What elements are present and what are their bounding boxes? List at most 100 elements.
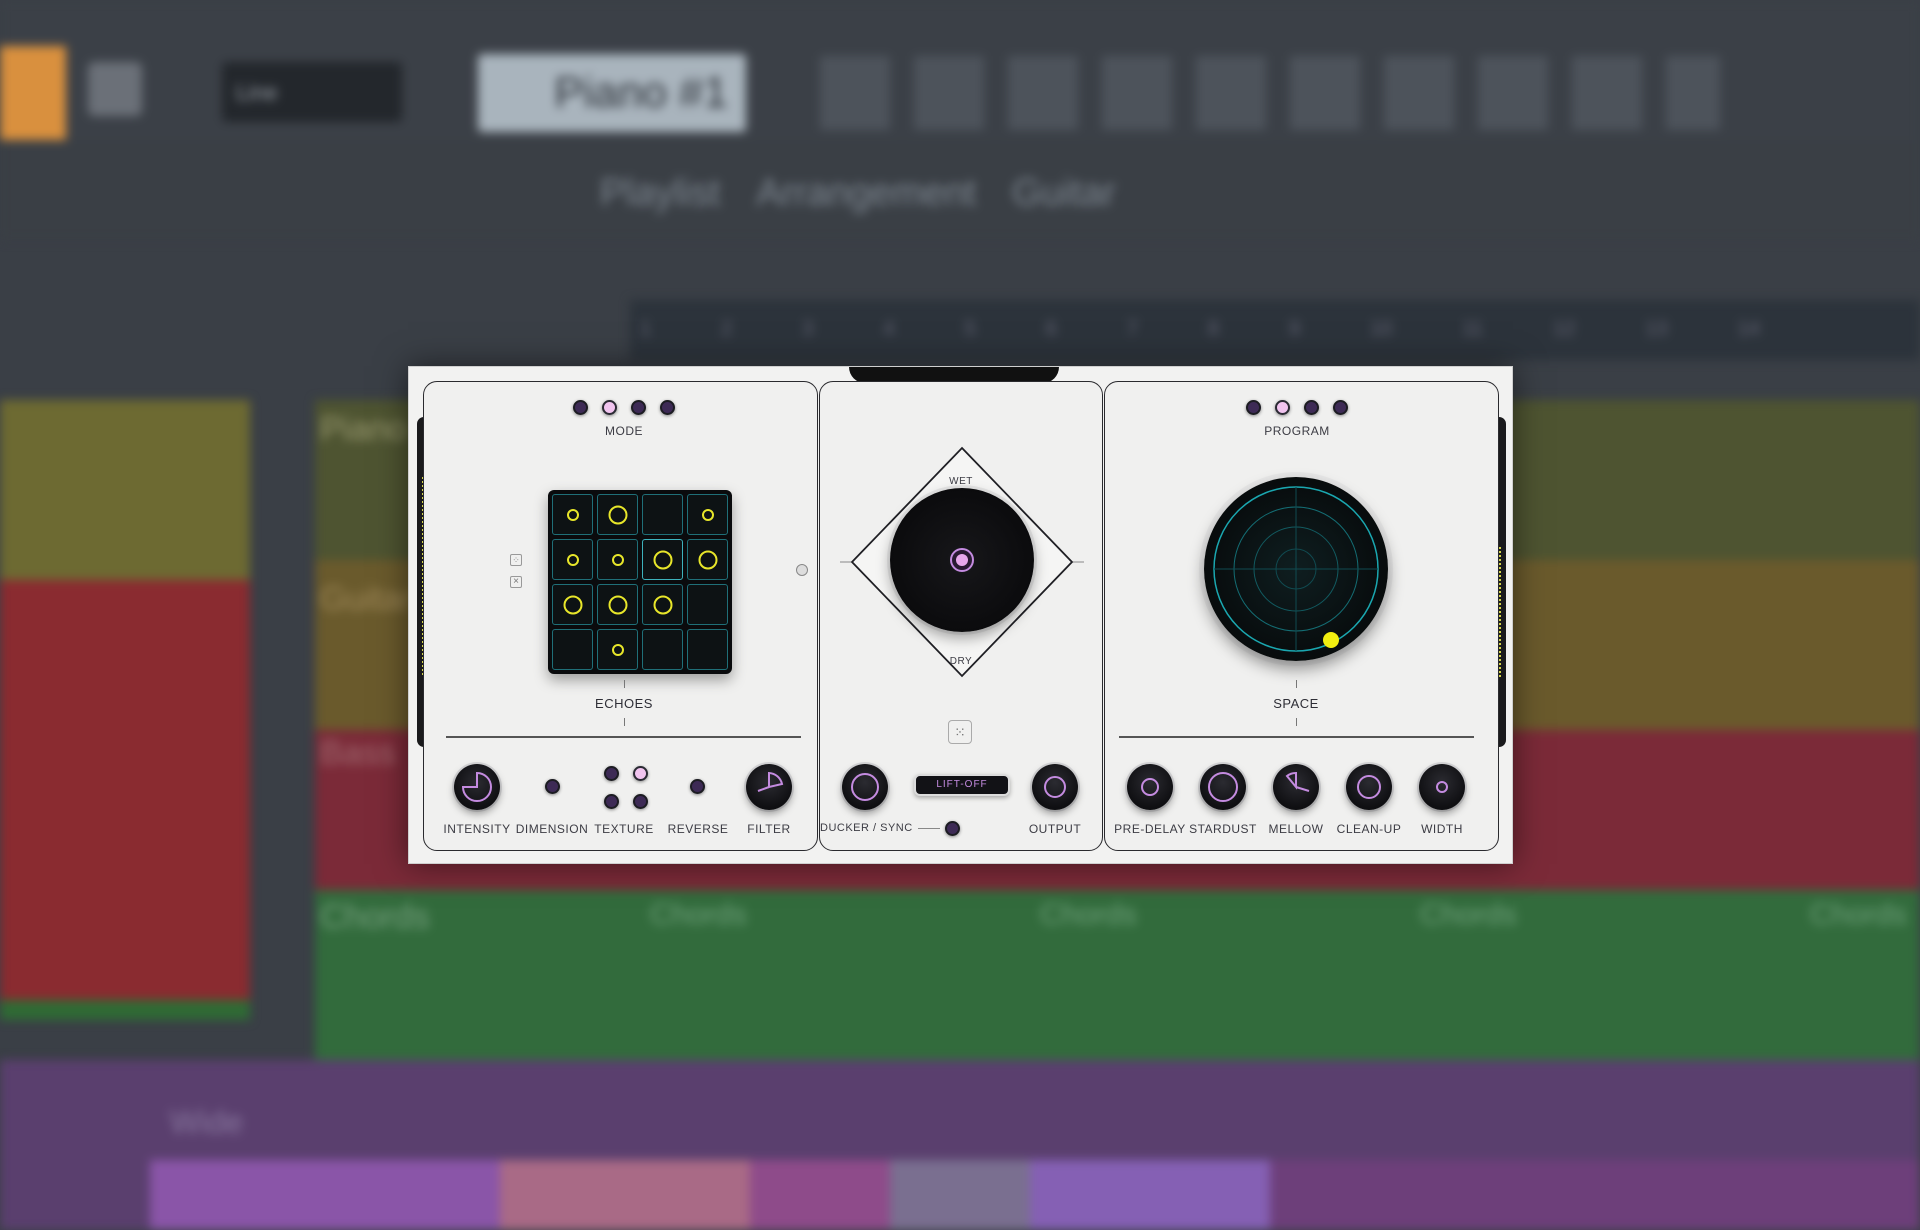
track-header-piano: Piano: [320, 410, 407, 448]
echoes-tick-bottom: [624, 718, 625, 726]
dice-icon[interactable]: ⁙: [948, 720, 972, 744]
echo-grid-cell[interactable]: [552, 629, 593, 670]
echo-circle: [653, 595, 672, 614]
echo-grid-cell[interactable]: [552, 539, 593, 580]
ducker-label: DUCKER / SYNC: [820, 822, 913, 834]
echo-grid-cell[interactable]: [642, 494, 683, 535]
mellow-knob[interactable]: [1273, 764, 1319, 810]
echo-grid-cell[interactable]: [597, 494, 638, 535]
breadcrumb-playlist[interactable]: Playlist: [600, 172, 720, 222]
mode-dot[interactable]: [573, 400, 588, 415]
echo-grid-cell[interactable]: [687, 539, 728, 580]
timeline-number: 2: [721, 318, 733, 340]
clip-label[interactable]: Chords: [1420, 898, 1517, 932]
timeline-number: 13: [1645, 318, 1668, 340]
echo-circle: [611, 553, 624, 566]
timeline-number: 11: [1462, 318, 1484, 340]
texture-dot[interactable]: [633, 766, 648, 781]
mode-dot[interactable]: [631, 400, 646, 415]
timeline-number: 4: [883, 318, 895, 340]
breadcrumb-arrangement[interactable]: Arrangement: [756, 172, 976, 222]
program-label: PROGRAM: [1264, 424, 1330, 438]
echo-grid-cell[interactable]: [687, 629, 728, 670]
intensity-label: INTENSITY: [443, 822, 511, 836]
echo-grid-cell[interactable]: [552, 584, 593, 625]
app-logo[interactable]: [0, 46, 66, 142]
echo-circle: [608, 505, 627, 524]
echo-circle: [653, 550, 672, 569]
echo-grid-cell[interactable]: [642, 539, 683, 580]
randomize-icon[interactable]: ⁘: [510, 554, 522, 566]
mixer-slots: [150, 1160, 1920, 1230]
dimension-dot[interactable]: [545, 779, 560, 794]
mode-dot[interactable]: [602, 400, 617, 415]
space-panel: PROGRAM SPACE PRE-DELAY STARDUST MELLOW: [1104, 381, 1499, 851]
echo-grid-cell[interactable]: [642, 629, 683, 670]
echo-grid-cell[interactable]: [597, 629, 638, 670]
timeline-number: 10: [1370, 318, 1393, 340]
space-radar[interactable]: [1204, 477, 1388, 661]
echoes-panel: MODE ⁘ × ECHOES INTENSITY DIMENSION TEXT…: [423, 381, 818, 851]
mellow-label: MELLOW: [1268, 822, 1324, 836]
texture-dot[interactable]: [604, 766, 619, 781]
clip-label[interactable]: Chords: [1040, 898, 1137, 932]
user-icon[interactable]: [88, 62, 142, 116]
echo-circle: [563, 595, 582, 614]
wet-dry-handle[interactable]: [950, 548, 974, 572]
timeline-number: 1: [640, 318, 652, 340]
echo-grid-cell[interactable]: [687, 584, 728, 625]
timeline-number: 9: [1289, 318, 1301, 340]
sync-dot[interactable]: [945, 821, 960, 836]
program-dot[interactable]: [1304, 400, 1319, 415]
breadcrumb[interactable]: Playlist Arrangement Guitar: [600, 172, 1300, 222]
filter-indicator: [757, 771, 784, 792]
cleanup-label: CLEAN-UP: [1336, 822, 1402, 836]
echo-grid-cell[interactable]: [552, 494, 593, 535]
lift-off-button[interactable]: LIFT-OFF: [914, 774, 1010, 796]
stardust-ring: [1208, 772, 1238, 802]
intensity-knob[interactable]: [454, 764, 500, 810]
echo-grid-cell[interactable]: [597, 539, 638, 580]
predelay-label: PRE-DELAY: [1114, 822, 1186, 836]
program-dot[interactable]: [1275, 400, 1290, 415]
echo-grid-cell[interactable]: [642, 584, 683, 625]
echo-grid-cell[interactable]: [687, 494, 728, 535]
space-position-marker[interactable]: [1323, 632, 1339, 648]
clip-label[interactable]: Chords: [650, 898, 747, 932]
program-dot[interactable]: [1333, 400, 1348, 415]
cleanup-ring: [1357, 775, 1381, 799]
mode-dot[interactable]: [660, 400, 675, 415]
timeline-number: 5: [964, 318, 976, 340]
output-label: OUTPUT: [1028, 822, 1082, 836]
width-ring: [1436, 781, 1448, 793]
filter-knob[interactable]: [746, 764, 792, 810]
intensity-indicator: [461, 771, 492, 802]
filter-label: FILTER: [747, 822, 791, 836]
breadcrumb-guitar[interactable]: Guitar: [1012, 172, 1115, 222]
mode-label: MODE: [605, 424, 643, 438]
echo-grid-cell[interactable]: [597, 584, 638, 625]
clear-icon[interactable]: ×: [510, 576, 522, 588]
reverb-delay-plugin: MODE ⁘ × ECHOES INTENSITY DIMENSION TEXT…: [408, 366, 1513, 864]
texture-dot[interactable]: [633, 794, 648, 809]
reverse-dot[interactable]: [690, 779, 705, 794]
track-header-guitar: Guitar: [320, 580, 413, 618]
texture-dot[interactable]: [604, 794, 619, 809]
echo-circle: [608, 595, 627, 614]
toolbar-icons: [820, 56, 1720, 130]
divider: [1119, 736, 1474, 738]
mixer-channel-name[interactable]: Wide: [170, 1104, 243, 1141]
reverse-label: REVERSE: [667, 822, 729, 836]
timeline-number: 6: [1045, 318, 1057, 340]
timeline-ruler[interactable]: 1 2 3 4 5 6 7 8 9 10 11 12 13 14: [630, 300, 1920, 360]
program-dot[interactable]: [1246, 400, 1261, 415]
echo-circle: [611, 643, 624, 656]
channel-selector[interactable]: Line: [222, 62, 402, 122]
echoes-grid[interactable]: [548, 490, 732, 674]
link-left-icon[interactable]: [796, 564, 808, 576]
timeline-number: 7: [1126, 318, 1138, 340]
mix-panel: WET DRY ⁙ DUCKER / SYNC LIFT-OFF OUTPUT: [819, 381, 1103, 851]
instrument-name-field[interactable]: Piano #1: [478, 54, 746, 132]
predelay-ring: [1141, 778, 1159, 796]
clip-label[interactable]: Chords: [1810, 898, 1907, 932]
